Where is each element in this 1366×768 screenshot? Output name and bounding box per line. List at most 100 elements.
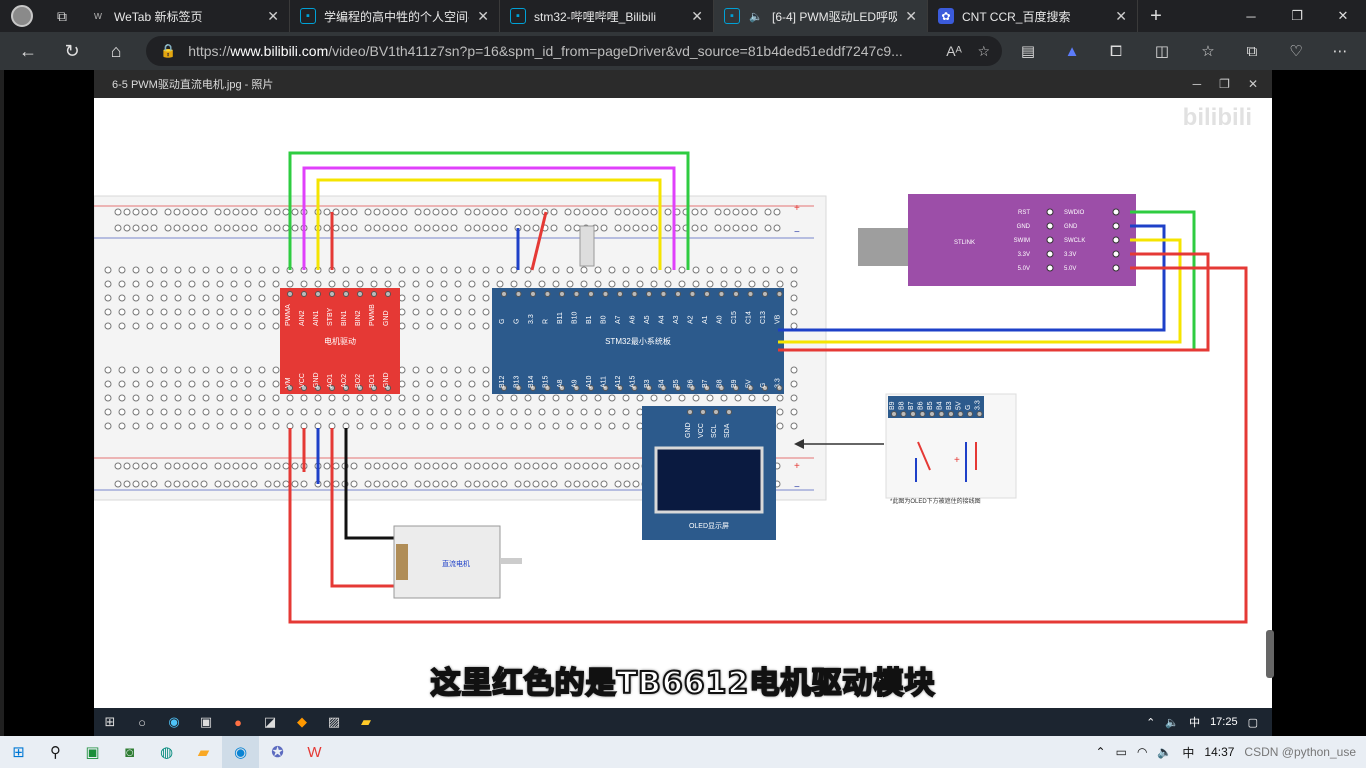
close-icon[interactable]: ✕ [905,8,917,25]
breadboard-hole [623,480,631,488]
pin-label: VM [285,377,292,388]
breadboard-hole [146,366,154,374]
pin-label: B8 [717,379,724,388]
url-field[interactable]: 🔒 https://www.bilibili.com/video/BV1th41… [146,36,1002,66]
tab-space[interactable]: ▪ 学编程的高中牲的个人空间- ✕ [290,0,500,32]
wifi-icon[interactable]: ◠ [1137,745,1147,759]
new-tab-button[interactable]: + [1138,5,1174,28]
search-icon[interactable]: ⚲ [37,736,74,768]
performance-icon[interactable]: ♡ [1274,32,1318,70]
breadboard-hole [370,422,378,430]
wps-icon[interactable]: ▣ [74,736,111,768]
breadboard-hole [342,394,350,402]
breadboard-hole [114,208,122,216]
circuit-diagram-svg: + − + − 电机驱动 PWMA AIN2 AIN1 STBY BIN1 BIN2 PWM… [94,151,1248,624]
breadboard-hole [482,408,490,416]
breadboard-hole [202,394,210,402]
breadboard-hole [523,208,531,216]
windows-start-icon[interactable]: ⊞ [0,736,37,768]
breadboard-hole [373,480,381,488]
tab-stm32[interactable]: ▪ stm32-哔哩哔哩_Bilibili ✕ [500,0,714,32]
breadboard-hole [482,380,490,388]
breadboard-hole [370,408,378,416]
volume-slider[interactable] [1266,630,1274,678]
close-icon[interactable]: ✕ [691,8,703,25]
app-icon[interactable]: ◍ [148,736,185,768]
breadboard-hole [790,380,798,388]
breadboard-hole [591,480,599,488]
breadboard-hole [188,380,196,388]
tab-actions-icon[interactable]: ⧉ [44,0,80,32]
breadboard-hole [573,480,581,488]
pin-label: B3 [644,379,651,388]
home-icon[interactable]: ⌂ [94,32,138,70]
read-aloud-icon[interactable]: Aᴬ ☆ [946,43,990,60]
breadboard-hole [188,266,196,274]
breadboard-hole [510,280,518,288]
breadboard-hole [440,422,448,430]
refresh-icon[interactable]: ↻ [50,32,94,70]
wps-office-icon[interactable]: W [296,736,333,768]
breadboard-hole [230,266,238,274]
close-window-icon[interactable]: ✕ [1320,0,1366,32]
bilibili-icon: ▪ [724,8,740,24]
breadboard-hole [412,408,420,416]
volume-icon[interactable]: 🔈 [1157,745,1172,759]
breadboard-hole [118,322,126,330]
back-icon[interactable]: ← [6,32,50,70]
breadboard-hole [664,280,672,288]
breadboard-hole [538,422,546,430]
breadboard-hole [373,208,381,216]
close-icon[interactable]: ✕ [477,8,489,25]
tab-baidu[interactable]: ✿ CNT CCR_百度搜索 ✕ [928,0,1138,32]
breadboard-hole [440,308,448,316]
split-screen-icon[interactable]: ◫ [1140,32,1184,70]
reading-view-icon[interactable]: ▤ [1006,32,1050,70]
tab-pwm-led[interactable]: ▪ 🔈 [6-4] PWM驱动LED呼吸 ✕ [714,0,928,32]
profile-button[interactable] [0,0,44,32]
breadboard-hole [146,322,154,330]
restore-icon[interactable]: ❐ [1274,0,1320,32]
breadboard-hole [272,422,280,430]
breadboard-hole [174,408,182,416]
breadboard-hole [241,224,249,232]
file-explorer-icon[interactable]: ▰ [185,736,222,768]
pin-label: A0 [717,315,724,324]
pin [747,291,754,297]
show-hidden-icons[interactable]: ⌃ [1096,745,1106,759]
breadboard-hole [412,294,420,302]
close-icon[interactable]: ✕ [267,8,279,25]
close-icon[interactable]: ✕ [1115,8,1127,25]
qc-icon[interactable]: ◙ [111,736,148,768]
breadboard-hole [678,280,686,288]
breadboard-hole [566,408,574,416]
collections-icon[interactable]: ⧉ [1230,32,1274,70]
ime-indicator[interactable]: 中 [1182,744,1194,761]
tab-wetab[interactable]: w WeTab 新标签页 ✕ [80,0,290,32]
breadboard-hole [282,224,290,232]
favorites-icon[interactable]: ☆ [1186,32,1230,70]
pin-label: VCC [299,373,306,388]
breadboard-hole [423,208,431,216]
breadboard-hole [414,208,422,216]
video-player[interactable]: 6-5 PWM驱动直流电机.jpg - 照片 ─ ❐ ✕ bilibili + − … [4,70,1366,736]
tab-label: 学编程的高中牲的个人空间- [324,9,470,24]
extensions-puzzle-icon[interactable]: ⧠ [1094,32,1138,70]
pin [617,291,623,297]
extension-icon[interactable]: ▲ [1050,32,1094,70]
more-menu-icon[interactable]: ⋯ [1318,32,1362,70]
minimize-icon[interactable]: ─ [1228,0,1274,32]
breadboard-hole [272,294,280,302]
battery-icon[interactable]: ▭ [1116,745,1127,759]
breadboard-hole [440,266,448,274]
breadboard-hole [258,422,266,430]
edge-icon[interactable]: ◉ [222,736,259,768]
pin [919,411,926,417]
breadboard-hole [160,308,168,316]
speaker-icon[interactable]: 🔈 [748,8,764,24]
pin-label: BIN1 [341,310,348,326]
clock[interactable]: 14:37 [1204,745,1234,759]
breadboard-hole [432,480,440,488]
app-icon[interactable]: ✪ [259,736,296,768]
breadboard-hole [600,208,608,216]
